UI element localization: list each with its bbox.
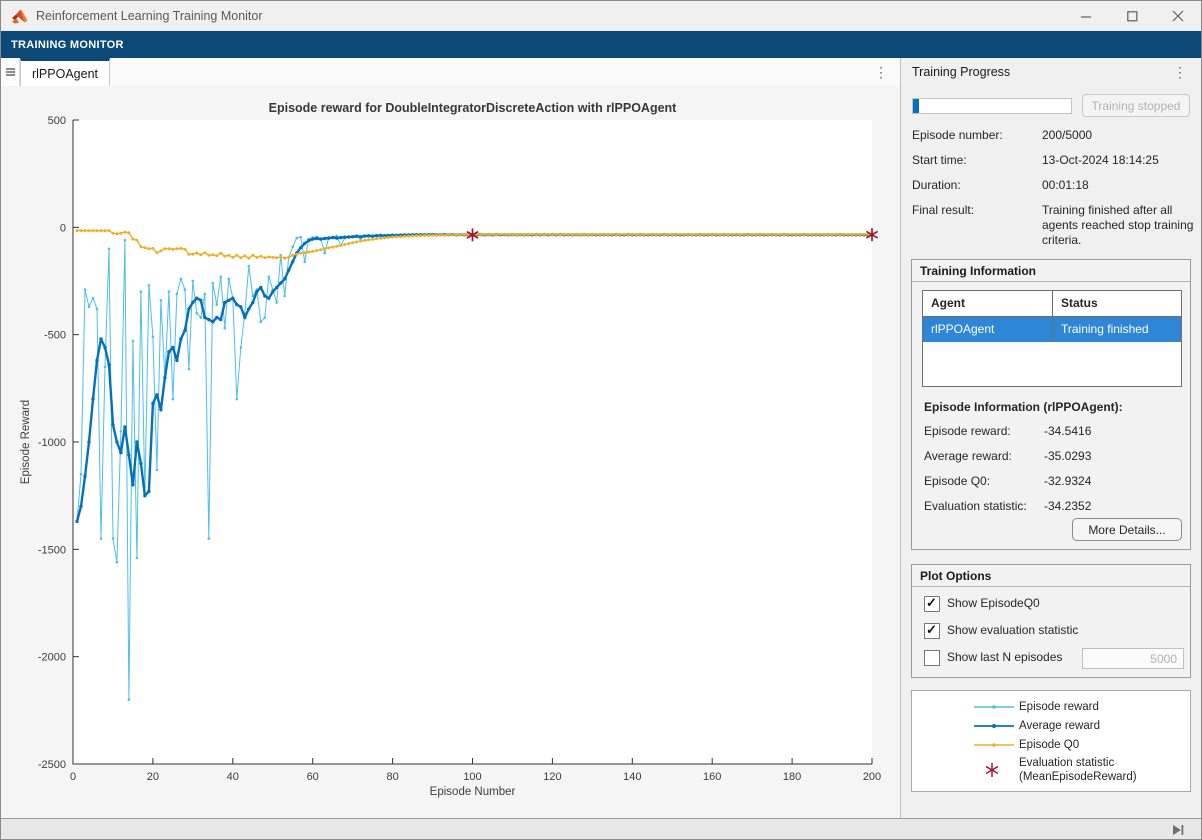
episode-q0-label: Episode Q0: — [924, 474, 990, 488]
tab-list-icon — [6, 67, 15, 78]
minimize-icon — [1081, 11, 1092, 22]
svg-text:-2500: -2500 — [38, 759, 66, 771]
show-evaluation-statistic-label: Show evaluation statistic — [947, 623, 1078, 637]
svg-text:100: 100 — [463, 771, 481, 783]
start-time-label: Start time: — [912, 153, 967, 167]
legend-panel: Episode reward Average reward Episode Q0… — [911, 690, 1191, 792]
svg-text:Episode Reward: Episode Reward — [20, 400, 32, 484]
show-evaluation-statistic-checkbox[interactable] — [924, 623, 940, 639]
training-information-title: Training Information — [920, 264, 1036, 278]
plot-options-panel: Plot Options Show EpisodeQ0 Show evaluat… — [911, 564, 1191, 678]
final-result-value: Training finished after all agents reach… — [1042, 203, 1194, 248]
show-episodeq0-checkbox[interactable] — [924, 596, 940, 612]
training-progress-bar — [912, 98, 1072, 114]
evaluation-statistic-asterisk-sample — [984, 762, 1000, 778]
show-episodeq0-label: Show EpisodeQ0 — [947, 596, 1040, 610]
training-stopped-button[interactable]: Training stopped — [1082, 94, 1190, 117]
svg-text:Episode reward for DoubleInteg: Episode reward for DoubleIntegratorDiscr… — [269, 101, 678, 115]
svg-text:120: 120 — [543, 771, 561, 783]
evaluation-statistic-value: -34.2352 — [1044, 499, 1091, 513]
average-reward-label: Average reward: — [924, 449, 1012, 463]
svg-text:80: 80 — [386, 771, 398, 783]
panel-actions-kebab-icon[interactable]: ⋮ — [1173, 65, 1187, 79]
svg-text:-2000: -2000 — [38, 652, 66, 664]
status-column-header: Status — [1053, 291, 1181, 316]
status-cell: Training finished — [1053, 317, 1181, 342]
table-header-row: Agent Status — [923, 291, 1181, 317]
svg-text:60: 60 — [307, 771, 319, 783]
more-details-button[interactable]: More Details... — [1072, 518, 1182, 541]
svg-text:180: 180 — [783, 771, 801, 783]
svg-text:0: 0 — [70, 771, 76, 783]
training-progress-header: Training Progress ⋮ — [901, 58, 1201, 87]
episode-reward-value: -34.5416 — [1044, 424, 1091, 438]
start-time-value: 13-Oct-2024 18:14:25 — [1042, 153, 1194, 168]
svg-text:-1500: -1500 — [38, 544, 66, 556]
svg-text:200: 200 — [863, 771, 881, 783]
agent-column-header: Agent — [923, 291, 1053, 316]
svg-text:140: 140 — [623, 771, 641, 783]
episode-reward-line-sample — [974, 702, 1014, 712]
document-tab-bar: rlPPOAgent ⋮ — [1, 58, 900, 87]
app-window: Reinforcement Learning Training Monitor … — [0, 0, 1202, 840]
training-progress-panel: Training stopped Episode number: 200/500… — [901, 86, 1201, 818]
document-actions-kebab-icon[interactable]: ⋮ — [874, 65, 888, 79]
episode-number-label: Episode number: — [912, 128, 1003, 142]
svg-text:20: 20 — [147, 771, 159, 783]
reward-chart: 500 0 -500 -1000 -1500 -2000 -2500 0 20 40 60 80 100… — [1, 86, 899, 818]
tab-rlppoagent[interactable]: rlPPOAgent — [20, 58, 110, 86]
minimize-button[interactable] — [1063, 1, 1109, 31]
episode-q0-line-sample — [974, 740, 1014, 750]
legend-item-episode-q0: Episode Q0 — [912, 737, 1190, 755]
final-result-label: Final result: — [912, 203, 974, 217]
episode-q0-value: -32.9324 — [1044, 474, 1091, 488]
duration-value: 00:01:18 — [1042, 178, 1194, 193]
maximize-button[interactable] — [1109, 1, 1155, 31]
agent-cell: rlPPOAgent — [923, 317, 1053, 342]
episode-reward-label: Episode reward: — [924, 424, 1011, 438]
window-controls — [1063, 1, 1201, 31]
close-button[interactable] — [1155, 1, 1201, 31]
close-icon — [1172, 10, 1184, 22]
show-last-n-episodes-checkbox[interactable] — [924, 650, 940, 666]
table-row[interactable]: rlPPOAgent Training finished — [923, 317, 1181, 342]
svg-text:160: 160 — [703, 771, 721, 783]
episode-number-value: 200/5000 — [1042, 128, 1194, 143]
progress-fill — [913, 99, 919, 113]
expand-panel-icon[interactable] — [1171, 824, 1185, 836]
svg-text:500: 500 — [48, 115, 66, 127]
show-last-n-episodes-label: Show last N episodes — [947, 650, 1062, 664]
svg-text:40: 40 — [227, 771, 239, 783]
plot-options-title: Plot Options — [920, 569, 991, 583]
svg-text:-500: -500 — [44, 330, 66, 342]
episode-information-title: Episode Information (rlPPOAgent): — [924, 400, 1123, 414]
training-information-panel: Training Information Agent Status rlPPOA… — [911, 259, 1191, 550]
legend-item-episode-reward: Episode reward — [912, 699, 1190, 717]
status-bar — [1, 818, 1201, 840]
evaluation-statistic-label: Evaluation statistic: — [924, 499, 1027, 513]
chart-region: 500 0 -500 -1000 -1500 -2000 -2500 0 20 40 60 80 100… — [1, 86, 900, 818]
tab-label: rlPPOAgent — [32, 67, 98, 81]
matlab-logo-icon — [11, 8, 28, 25]
svg-text:Episode Number: Episode Number — [430, 786, 516, 798]
svg-text:-1000: -1000 — [38, 437, 66, 449]
legend-item-average-reward: Average reward — [912, 718, 1190, 736]
agent-status-table: Agent Status rlPPOAgent Training finishe… — [922, 290, 1182, 387]
last-n-episodes-input[interactable] — [1082, 648, 1184, 669]
average-reward-value: -35.0293 — [1044, 449, 1091, 463]
plot-options-header: Plot Options — [912, 565, 1190, 587]
training-information-header: Training Information — [912, 260, 1190, 282]
svg-text:0: 0 — [60, 222, 66, 234]
maximize-icon — [1127, 11, 1138, 22]
right-panel-title: Training Progress — [912, 65, 1010, 79]
legend-item-evaluation-statistic: Evaluation statistic (MeanEpisodeReward) — [912, 754, 1190, 786]
average-reward-line-sample — [974, 721, 1014, 731]
duration-label: Duration: — [912, 178, 961, 192]
toolstrip-tab-training-monitor[interactable]: TRAINING MONITOR — [11, 39, 124, 51]
window-titlebar: Reinforcement Learning Training Monitor — [1, 1, 1201, 31]
window-title: Reinforcement Learning Training Monitor — [36, 9, 263, 23]
toolstrip: TRAINING MONITOR — [1, 31, 1201, 58]
tab-list-button[interactable] — [1, 58, 20, 86]
